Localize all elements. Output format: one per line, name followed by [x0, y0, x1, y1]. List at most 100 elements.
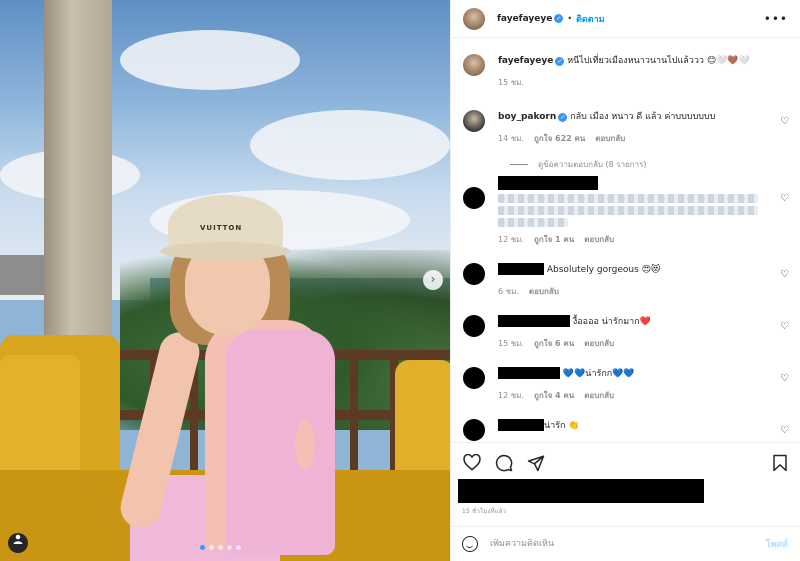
comment-like-heart-icon[interactable]: ♡: [780, 373, 789, 384]
comment-like-heart-icon[interactable]: ♡: [780, 321, 789, 332]
redacted-username: [498, 367, 560, 379]
verified-badge-icon: ✓: [558, 113, 568, 122]
redacted-username: [498, 419, 544, 431]
divider-line: [510, 164, 528, 165]
avatar[interactable]: [463, 187, 485, 209]
comment-time: 15 ชม.: [498, 338, 524, 348]
carousel-dot: [209, 545, 214, 550]
caption: fayefayeye ✓ หนีไปเที่ยวเมืองหนาวนานไปแล้…: [463, 38, 789, 90]
post-actions: [451, 442, 800, 482]
redacted-username: [498, 315, 570, 327]
comment-meta: 14 ชม. ถูกใจ 622 คน ตอบกลับ: [498, 132, 789, 146]
separator-dot: •: [567, 14, 573, 23]
heart-icon[interactable]: [463, 454, 481, 472]
caption-username[interactable]: fayefayeye: [498, 56, 553, 66]
post-photo[interactable]: VUITTON ›: [0, 0, 450, 561]
avatar[interactable]: [463, 7, 485, 30]
caption-text: หนีไปเที่ยวเมืองหนาวนานไปแล้ววว 😊🤍🤎🤍: [567, 56, 750, 66]
view-replies-label: ดูข้อความตอบกลับ (8 รายการ): [538, 160, 647, 169]
reply-button[interactable]: ตอบกลับ: [584, 233, 614, 247]
avatar[interactable]: [463, 314, 485, 337]
comment-text: Absolutely gorgeous 😍😻: [546, 264, 661, 275]
carousel-dot: [236, 545, 241, 550]
comment-text: งื้ออออ น่ารักมาก❤️: [572, 316, 651, 327]
follow-button[interactable]: ติดตาม: [576, 12, 605, 26]
share-icon[interactable]: [527, 454, 545, 472]
comment-like-heart-icon[interactable]: ♡: [780, 193, 789, 204]
post-timestamp: 15 ชั่วโมงที่แล้ว: [462, 508, 507, 515]
add-comment-bar: โพสต์: [450, 526, 800, 561]
avatar[interactable]: [463, 366, 485, 389]
redacted-username: [498, 176, 598, 190]
comment-likes[interactable]: ถูกใจ 622 คน: [534, 132, 585, 146]
caption-meta: 15 ชม.: [498, 76, 789, 90]
avatar[interactable]: [463, 54, 485, 76]
avatar[interactable]: [463, 418, 485, 441]
comment-body: boy_pakorn ✓ กลับ เมือง หนาว ดี แล้ว ค่าบ…: [498, 110, 789, 146]
comment-text: น่ารัก 👏: [544, 420, 580, 431]
comment-text: 💙💙น่ารักก💙💙: [562, 368, 635, 379]
comment-body: 💙💙น่ารักก💙💙 12 ชม. ถูกใจ 4 คน ตอบกลับ: [498, 367, 789, 403]
comment-icon[interactable]: [495, 454, 513, 472]
comment-time: 6 ชม.: [498, 286, 519, 296]
carousel-dots: [200, 545, 241, 550]
comment-row: 12 ชม. ถูกใจ 1 คน ตอบกลับ ♡: [463, 171, 789, 247]
comment-body: น่ารัก 👏: [498, 419, 789, 441]
comments-list[interactable]: fayefayeye ✓ หนีไปเที่ยวเมืองหนาวนานไปแล้…: [451, 38, 800, 442]
hat-logo-text: VUITTON: [200, 224, 243, 232]
comment-row: น่ารัก 👏 ♡: [463, 403, 789, 441]
avatar[interactable]: [463, 262, 485, 285]
caption-body: fayefayeye ✓ หนีไปเที่ยวเมืองหนาวนานไปแล้…: [498, 54, 789, 90]
comment-meta: 12 ชม. ถูกใจ 4 คน ตอบกลับ: [498, 389, 789, 403]
comment-input[interactable]: [490, 539, 730, 549]
comment-row: 💙💙น่ารักก💙💙 12 ชม. ถูกใจ 4 คน ตอบกลับ ♡: [463, 351, 789, 403]
emoji-icon[interactable]: [462, 536, 478, 552]
chevron-right-icon[interactable]: ›: [423, 270, 443, 290]
bookmark-icon[interactable]: [771, 454, 789, 472]
comment-meta: 15 ชม. ถูกใจ 6 คน ตอบกลับ: [498, 337, 789, 351]
cloud: [120, 30, 300, 90]
swimsuit-cutout: [295, 420, 315, 470]
reply-button[interactable]: ตอบกลับ: [529, 285, 559, 299]
reply-button[interactable]: ตอบกลับ: [584, 389, 614, 403]
comment-like-heart-icon[interactable]: ♡: [780, 269, 789, 280]
comment-body: งื้ออออ น่ารักมาก❤️ 15 ชม. ถูกใจ 6 คน ตอ…: [498, 315, 789, 351]
comment-username[interactable]: boy_pakorn: [498, 112, 556, 122]
instagram-post-view: VUITTON › fayefayeye ✓ • ติดตาม ••• faye…: [0, 0, 800, 561]
comment-time: 12 ชม.: [498, 390, 524, 400]
blurred-text: [498, 217, 568, 227]
view-replies-button[interactable]: ดูข้อความตอบกลับ (8 รายการ): [510, 158, 789, 171]
person-icon: [13, 534, 23, 544]
comment-body: Absolutely gorgeous 😍😻 6 ชม. ตอบกลับ: [498, 263, 789, 299]
caption-time: 15 ชม.: [498, 78, 524, 87]
reply-button[interactable]: ตอบกลับ: [584, 337, 614, 351]
verified-badge-icon: ✓: [554, 14, 564, 23]
header-username[interactable]: fayefayeye: [497, 14, 552, 24]
pink-swimsuit: [225, 330, 335, 555]
comment-time: 12 ชม.: [498, 234, 524, 244]
comment-meta: 6 ชม. ตอบกลับ: [498, 285, 789, 299]
bucket-hat-brim: [160, 242, 290, 260]
user-tag-icon[interactable]: [8, 533, 28, 553]
avatar[interactable]: [463, 110, 485, 132]
comment-likes[interactable]: ถูกใจ 1 คน: [534, 233, 574, 247]
blurred-text: [498, 193, 758, 203]
comment-like-heart-icon[interactable]: ♡: [780, 425, 789, 436]
roof: [0, 255, 45, 295]
cloud: [250, 110, 450, 180]
comment-meta: 12 ชม. ถูกใจ 1 คน ตอบกลับ: [498, 233, 789, 247]
blurred-text: [498, 205, 758, 215]
post-comment-button[interactable]: โพสต์: [766, 537, 788, 551]
carousel-dot: [218, 545, 223, 550]
reply-button[interactable]: ตอบกลับ: [595, 132, 625, 146]
comment-likes[interactable]: ถูกใจ 4 คน: [534, 389, 574, 403]
comment-likes[interactable]: ถูกใจ 6 คน: [534, 337, 574, 351]
comment-text: กลับ เมือง หนาว ดี แล้ว ค่าบบบบบบบ: [570, 112, 716, 122]
more-options-icon[interactable]: •••: [764, 12, 788, 26]
redacted-likes: [458, 479, 704, 503]
carousel-dot: [227, 545, 232, 550]
carousel-dot: [200, 545, 205, 550]
comment-row: Absolutely gorgeous 😍😻 6 ชม. ตอบกลับ ♡: [463, 247, 789, 299]
comment-row: boy_pakorn ✓ กลับ เมือง หนาว ดี แล้ว ค่าบ…: [463, 94, 789, 146]
comment-like-heart-icon[interactable]: ♡: [780, 116, 789, 127]
